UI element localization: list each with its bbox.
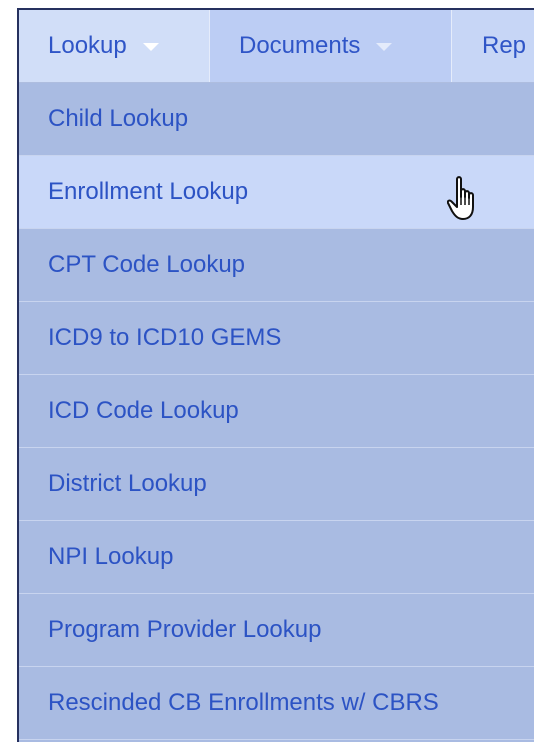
menu-item-npi-lookup[interactable]: NPI Lookup	[19, 521, 534, 594]
nav-reports-label: Rep	[482, 32, 527, 59]
nav-documents[interactable]: Documents	[210, 10, 452, 82]
menu-item-program-provider-lookup[interactable]: Program Provider Lookup	[19, 594, 534, 667]
menu-item-label: ICD Code Lookup	[48, 397, 239, 424]
menu-item-label: Child Lookup	[48, 105, 189, 132]
menu-item-label: CPT Code Lookup	[48, 251, 246, 278]
chevron-down-icon	[376, 43, 393, 51]
menu-item-icd-code-lookup[interactable]: ICD Code Lookup	[19, 375, 534, 448]
menu-item-label: District Lookup	[48, 470, 207, 497]
nav-reports[interactable]: Rep	[452, 10, 534, 82]
menu-item-label: Program Provider Lookup	[48, 616, 322, 643]
menu-item-label: NPI Lookup	[48, 543, 174, 570]
hand-pointer-icon	[447, 176, 474, 220]
menu-item-label: Enrollment Lookup	[48, 178, 249, 205]
menu-item-icd9-to-icd10-gems[interactable]: ICD9 to ICD10 GEMS	[19, 302, 534, 375]
menu-item-label: Rescinded CB Enrollments w/ CBRS	[48, 689, 439, 716]
nav-lookup-label: Lookup	[48, 32, 127, 59]
menu-item-label: ICD9 to ICD10 GEMS	[48, 324, 282, 351]
menu-item-child-lookup[interactable]: Child Lookup	[19, 83, 534, 156]
menu-item-rescinded-cb-enrollments[interactable]: Rescinded CB Enrollments w/ CBRS	[19, 667, 534, 740]
menu-item-cpt-code-lookup[interactable]: CPT Code Lookup	[19, 229, 534, 302]
nav-documents-label: Documents	[239, 32, 361, 59]
nav-lookup[interactable]: Lookup	[19, 10, 210, 82]
top-navbar: Lookup Documents Rep	[19, 10, 534, 83]
menu-item-district-lookup[interactable]: District Lookup	[19, 448, 534, 521]
app-frame: Lookup Documents Rep Child Lookup Enroll…	[17, 8, 534, 742]
chevron-down-icon	[142, 43, 159, 51]
